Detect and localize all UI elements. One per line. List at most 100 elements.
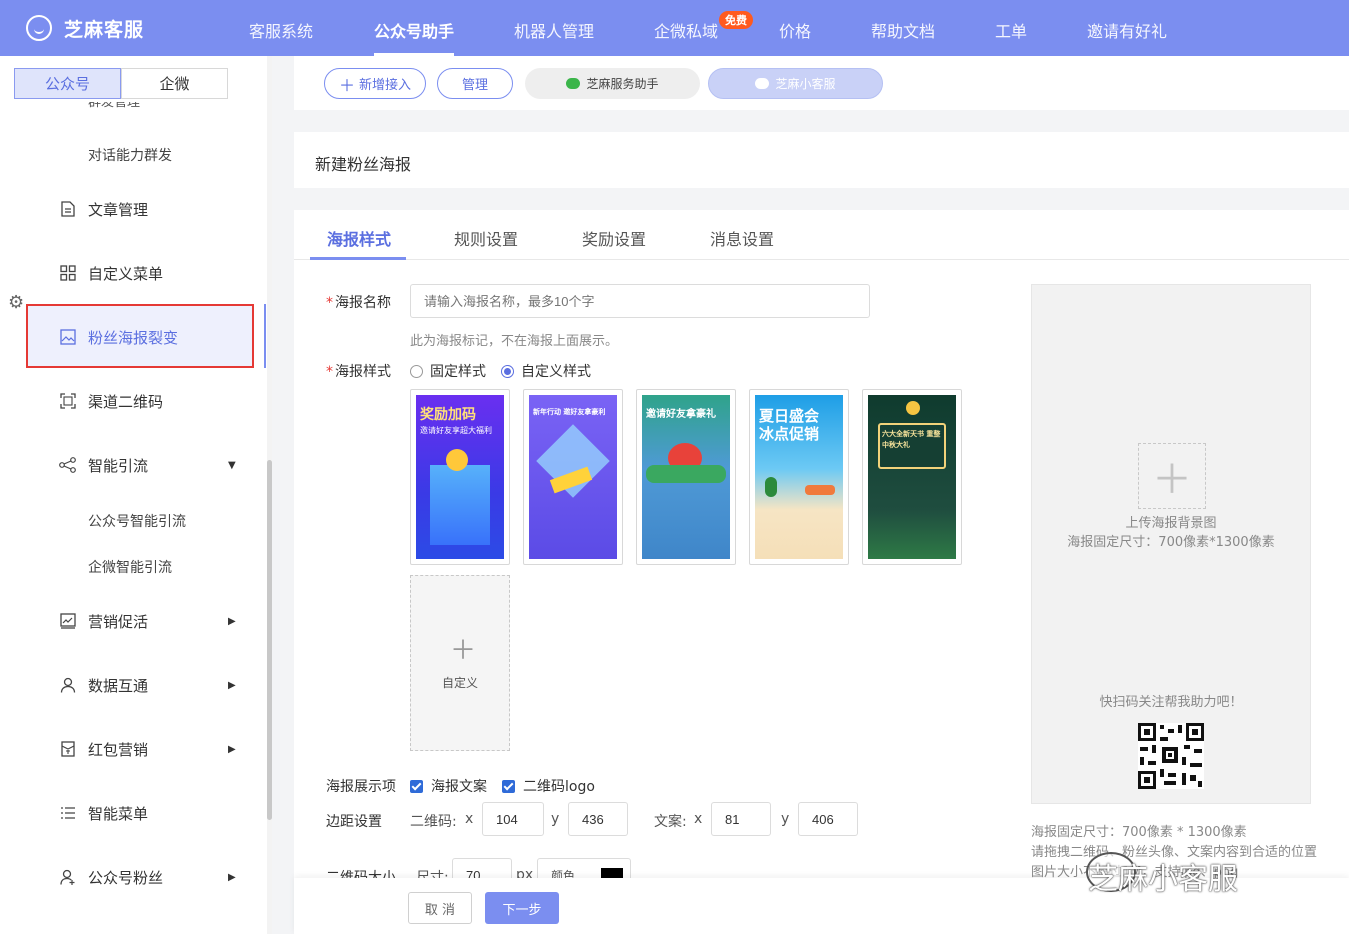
redpacket-icon bbox=[58, 739, 78, 759]
checkbox-icon bbox=[410, 779, 423, 793]
margin-settings-label: 边距设置 bbox=[326, 814, 382, 830]
nav-kefu[interactable]: 客服系统 bbox=[249, 18, 313, 42]
text-x-label: x bbox=[694, 811, 703, 827]
nav-help[interactable]: 帮助文档 bbox=[871, 18, 935, 42]
template-image: 夏日盛会 冰点促销 bbox=[755, 395, 843, 559]
radio-label: 固定样式 bbox=[430, 364, 486, 380]
sidebar-item-marketing[interactable]: 营销促活 ▶ bbox=[0, 611, 266, 631]
poster-style-label: * 海报样式 bbox=[326, 364, 391, 380]
sidebar-item-label: 粉丝海报裂变 bbox=[88, 328, 179, 347]
share-icon bbox=[58, 455, 78, 475]
sidebar-item-data-sync[interactable]: 数据互通 ▶ bbox=[0, 675, 266, 695]
tab-rules[interactable]: 规则设置 bbox=[454, 226, 518, 250]
add-account-label: 新增接入 bbox=[359, 78, 412, 93]
account-name: 芝麻小客服 bbox=[775, 77, 836, 91]
radio-fixed-style[interactable]: 固定样式 bbox=[410, 361, 486, 381]
wechat-icon bbox=[755, 78, 770, 89]
tab-messages[interactable]: 消息设置 bbox=[710, 226, 774, 250]
wechat-icon bbox=[566, 78, 581, 89]
qr-y-input[interactable] bbox=[568, 802, 628, 836]
checkbox-poster-text[interactable]: 海报文案 bbox=[410, 776, 487, 796]
sidebar-item-smart-traffic[interactable]: 智能引流 ▼ bbox=[0, 455, 266, 475]
sidebar-item-smart-menu[interactable]: 智能菜单 bbox=[0, 803, 266, 823]
top-navbar: 芝麻客服 客服系统 公众号助手 机器人管理 企微私域 免费 价格 帮助文档 工单… bbox=[0, 0, 1349, 56]
fans-icon bbox=[58, 867, 78, 887]
sidebar-scroll-thumb[interactable] bbox=[267, 460, 272, 820]
radio-custom-style[interactable]: 自定义样式 bbox=[501, 361, 591, 381]
sidebar-item-qw-traffic[interactable]: 企微智能引流 bbox=[88, 557, 172, 577]
upload-bg-label: 上传海报背景图 bbox=[1125, 516, 1217, 531]
poster-template-5[interactable]: 六大全新天书 重整中秋大礼 bbox=[862, 389, 962, 565]
list-icon bbox=[58, 803, 78, 823]
brand-logo[interactable]: 芝麻客服 bbox=[26, 15, 236, 42]
poster-name-input[interactable] bbox=[410, 284, 870, 318]
nav-ticket[interactable]: 工单 bbox=[995, 18, 1027, 42]
poster-size-tip: 海报固定尺寸：700像素*1300像素 bbox=[1067, 535, 1275, 550]
custom-template-upload[interactable]: ＋ 自定义 bbox=[410, 575, 510, 751]
template-title: 夏日盛会 冰点促销 bbox=[759, 407, 820, 443]
toggle-qiwei[interactable]: 企微 bbox=[121, 68, 228, 99]
scan-icon bbox=[58, 391, 78, 411]
caret-down-icon: ▼ bbox=[228, 459, 236, 471]
upload-plus-icon[interactable]: ＋ bbox=[1138, 443, 1206, 509]
next-step-button[interactable]: 下一步 bbox=[485, 892, 559, 924]
free-badge: 免费 bbox=[719, 11, 753, 29]
tab-poster-style[interactable]: 海报样式 bbox=[327, 226, 391, 250]
sidebar-item-fans[interactable]: 公众号粉丝 ▶ bbox=[0, 867, 266, 887]
poster-template-1[interactable]: 奖励加码 邀请好友享超大福利 bbox=[410, 389, 510, 565]
scan-tip-text[interactable]: 快扫码关注帮我助力吧！ bbox=[1032, 691, 1310, 710]
plus-icon: ＋ bbox=[338, 75, 355, 95]
text-x-input[interactable] bbox=[711, 802, 771, 836]
template-image: 六大全新天书 重整中秋大礼 bbox=[868, 395, 956, 559]
template-title: 邀请好友拿豪礼 bbox=[646, 409, 716, 420]
sidebar-item-label: 渠道二维码 bbox=[88, 392, 164, 411]
qr-x-input[interactable] bbox=[482, 802, 544, 836]
gear-icon[interactable]: ⚙ bbox=[8, 292, 24, 313]
caret-right-icon: ▶ bbox=[228, 615, 236, 627]
nav-qiwei[interactable]: 企微私域 bbox=[654, 18, 718, 42]
radio-circle bbox=[501, 364, 514, 378]
tab-rewards[interactable]: 奖励设置 bbox=[582, 226, 646, 250]
sidebar-item-articles[interactable]: 文章管理 bbox=[0, 199, 266, 219]
add-account-button[interactable]: ＋ 新增接入 bbox=[324, 68, 426, 99]
nav-invite[interactable]: 邀请有好礼 bbox=[1087, 18, 1167, 42]
manage-button[interactable]: 管理 bbox=[437, 68, 513, 99]
poster-template-3[interactable]: 邀请好友拿豪礼 bbox=[636, 389, 736, 565]
poster-preview[interactable]: ＋ 上传海报背景图 海报固定尺寸：700像素*1300像素 快扫码关注帮我助力吧… bbox=[1031, 284, 1311, 804]
checkbox-qr-logo[interactable]: 二维码logo bbox=[502, 776, 595, 796]
account-name: 芝麻服务助手 bbox=[586, 77, 659, 91]
document-icon bbox=[58, 199, 78, 219]
sidebar-item-gzh-traffic[interactable]: 公众号智能引流 bbox=[88, 511, 186, 531]
tab-active-indicator bbox=[310, 257, 406, 260]
sidebar-item-cut[interactable]: 群发管理 bbox=[88, 102, 140, 112]
sidebar-item-redpacket[interactable]: 红包营销 ▶ bbox=[0, 739, 266, 759]
poster-name-label: * 海报名称 bbox=[326, 295, 391, 311]
poster-template-4[interactable]: 夏日盛会 冰点促销 bbox=[749, 389, 849, 565]
toggle-gongzhonghao[interactable]: 公众号 bbox=[14, 68, 121, 99]
nav-robot[interactable]: 机器人管理 bbox=[514, 18, 594, 42]
qr-x-label: x bbox=[465, 811, 474, 827]
watermark-text: 芝麻小客服 bbox=[1088, 862, 1238, 897]
text-y-label: y bbox=[781, 811, 790, 827]
nav-price[interactable]: 价格 bbox=[779, 18, 811, 42]
poster-form-panel: 海报样式 规则设置 奖励设置 消息设置 *海报名称 此为海报标记，不在海报上面展… bbox=[294, 210, 1349, 934]
page-title-bar: 新建粉丝海报 bbox=[294, 132, 1349, 188]
cancel-button[interactable]: 取 消 bbox=[408, 892, 472, 924]
chart-icon bbox=[58, 611, 78, 631]
sidebar-item-label: 红包营销 bbox=[88, 740, 149, 759]
sidebar: 公众号 企微 群发管理 对话能力群发 文章管理 ⚙ 自定义菜单 粉丝海报裂变 渠… bbox=[0, 56, 272, 934]
sidebar-item-dialog-broadcast[interactable]: 对话能力群发 bbox=[88, 145, 172, 165]
sidebar-item-fan-poster[interactable]: 粉丝海报裂变 bbox=[0, 327, 266, 347]
poster-name-hint: 此为海报标记，不在海报上面展示。 bbox=[410, 334, 619, 349]
poster-template-2[interactable]: 新年行动 邀好友拿豪利 bbox=[523, 389, 623, 565]
caret-right-icon: ▶ bbox=[228, 743, 236, 755]
sidebar-item-label: 文章管理 bbox=[88, 200, 149, 219]
account-tab-kefu[interactable]: 芝麻小客服 bbox=[708, 68, 883, 99]
sidebar-item-channel-qr[interactable]: 渠道二维码 bbox=[0, 391, 266, 411]
template-image: 奖励加码 邀请好友享超大福利 bbox=[416, 395, 504, 559]
text-y-input[interactable] bbox=[798, 802, 858, 836]
nav-gongzhonghao[interactable]: 公众号助手 bbox=[374, 18, 455, 56]
account-tab-service[interactable]: 芝麻服务助手 bbox=[525, 68, 700, 99]
sidebar-item-custom-menu[interactable]: 自定义菜单 bbox=[0, 263, 266, 283]
qr-code-icon[interactable] bbox=[1138, 723, 1204, 789]
